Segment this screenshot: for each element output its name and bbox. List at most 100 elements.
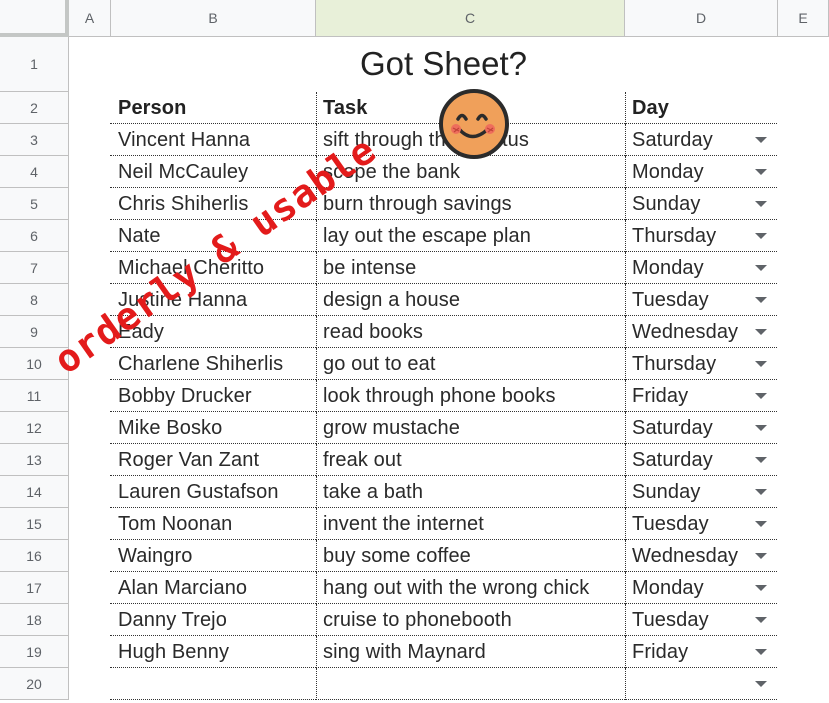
- task-cell[interactable]: grow mustache: [316, 412, 625, 444]
- dropdown-arrow-icon[interactable]: [755, 553, 767, 559]
- dropdown-arrow-icon[interactable]: [755, 329, 767, 335]
- dropdown-arrow-icon[interactable]: [755, 265, 767, 271]
- dropdown-arrow-icon[interactable]: [755, 585, 767, 591]
- person-cell[interactable]: Lauren Gustafson: [110, 476, 316, 508]
- person-cell[interactable]: Mike Bosko: [110, 412, 316, 444]
- dropdown-arrow-icon[interactable]: [755, 137, 767, 143]
- column-header-d[interactable]: D: [625, 0, 778, 37]
- task-cell[interactable]: lay out the escape plan: [316, 220, 625, 252]
- row-header-16[interactable]: 16: [0, 540, 69, 572]
- day-dropdown[interactable]: Friday: [625, 636, 777, 668]
- dropdown-arrow-icon[interactable]: [755, 201, 767, 207]
- person-cell[interactable]: Alan Marciano: [110, 572, 316, 604]
- task-cell[interactable]: go out to eat: [316, 348, 625, 380]
- dropdown-arrow-icon[interactable]: [755, 425, 767, 431]
- row-header-2[interactable]: 2: [0, 92, 69, 124]
- person-cell[interactable]: Michael Cheritto: [110, 252, 316, 284]
- dropdown-arrow-icon[interactable]: [755, 649, 767, 655]
- person-cell[interactable]: Hugh Benny: [110, 636, 316, 668]
- day-dropdown[interactable]: Wednesday: [625, 316, 777, 348]
- day-dropdown[interactable]: Saturday: [625, 124, 777, 156]
- task-cell[interactable]: design a house: [316, 284, 625, 316]
- dropdown-arrow-icon[interactable]: [755, 233, 767, 239]
- dropdown-arrow-icon[interactable]: [755, 617, 767, 623]
- column-header-b[interactable]: B: [111, 0, 316, 37]
- person-cell[interactable]: Justine Hanna: [110, 284, 316, 316]
- row-header-10[interactable]: 10: [0, 348, 69, 380]
- row-header-19[interactable]: 19: [0, 636, 69, 668]
- day-dropdown[interactable]: Tuesday: [625, 508, 777, 540]
- row-header-15[interactable]: 15: [0, 508, 69, 540]
- day-dropdown[interactable]: Monday: [625, 156, 777, 188]
- day-dropdown[interactable]: Wednesday: [625, 540, 777, 572]
- person-cell[interactable]: Bobby Drucker: [110, 380, 316, 412]
- day-dropdown[interactable]: Sunday: [625, 188, 777, 220]
- person-cell[interactable]: Vincent Hanna: [110, 124, 316, 156]
- day-dropdown[interactable]: Thursday: [625, 220, 777, 252]
- row-header-18[interactable]: 18: [0, 604, 69, 636]
- person-cell[interactable]: Chris Shiherlis: [110, 188, 316, 220]
- dropdown-arrow-icon[interactable]: [755, 681, 767, 687]
- row-header-13[interactable]: 13: [0, 444, 69, 476]
- row-header-6[interactable]: 6: [0, 220, 69, 252]
- day-dropdown[interactable]: Sunday: [625, 476, 777, 508]
- select-all-corner[interactable]: [0, 0, 69, 37]
- task-cell[interactable]: [316, 668, 625, 700]
- task-cell[interactable]: look through phone books: [316, 380, 625, 412]
- day-dropdown[interactable]: Saturday: [625, 444, 777, 476]
- row-header-17[interactable]: 17: [0, 572, 69, 604]
- task-cell[interactable]: freak out: [316, 444, 625, 476]
- row-header-5[interactable]: 5: [0, 188, 69, 220]
- day-dropdown[interactable]: [625, 668, 777, 700]
- day-dropdown[interactable]: Thursday: [625, 348, 777, 380]
- day-dropdown[interactable]: Monday: [625, 252, 777, 284]
- task-cell[interactable]: cruise to phonebooth: [316, 604, 625, 636]
- task-cell[interactable]: scope the bank: [316, 156, 625, 188]
- person-cell[interactable]: Danny Trejo: [110, 604, 316, 636]
- dropdown-arrow-icon[interactable]: [755, 361, 767, 367]
- row-header-9[interactable]: 9: [0, 316, 69, 348]
- day-dropdown[interactable]: Friday: [625, 380, 777, 412]
- dropdown-arrow-icon[interactable]: [755, 457, 767, 463]
- task-cell[interactable]: burn through savings: [316, 188, 625, 220]
- header-person[interactable]: Person: [110, 92, 316, 124]
- column-header-a[interactable]: A: [69, 0, 111, 37]
- task-cell[interactable]: buy some coffee: [316, 540, 625, 572]
- row-header-20[interactable]: 20: [0, 668, 69, 700]
- row-header-11[interactable]: 11: [0, 380, 69, 412]
- dropdown-arrow-icon[interactable]: [755, 521, 767, 527]
- person-cell[interactable]: Waingro: [110, 540, 316, 572]
- task-cell[interactable]: be intense: [316, 252, 625, 284]
- dropdown-arrow-icon[interactable]: [755, 393, 767, 399]
- person-cell[interactable]: Nate: [110, 220, 316, 252]
- day-dropdown[interactable]: Saturday: [625, 412, 777, 444]
- row-header-3[interactable]: 3: [0, 124, 69, 156]
- row-header-1[interactable]: 1: [0, 37, 69, 92]
- day-dropdown[interactable]: Monday: [625, 572, 777, 604]
- header-day[interactable]: Day: [625, 92, 777, 124]
- person-cell[interactable]: Eady: [110, 316, 316, 348]
- row-header-4[interactable]: 4: [0, 156, 69, 188]
- person-cell[interactable]: Tom Noonan: [110, 508, 316, 540]
- task-cell[interactable]: take a bath: [316, 476, 625, 508]
- dropdown-arrow-icon[interactable]: [755, 489, 767, 495]
- smiley-sticker: [439, 89, 509, 159]
- dropdown-arrow-icon[interactable]: [755, 169, 767, 175]
- task-cell[interactable]: hang out with the wrong chick: [316, 572, 625, 604]
- row-header-8[interactable]: 8: [0, 284, 69, 316]
- day-dropdown[interactable]: Tuesday: [625, 604, 777, 636]
- column-header-e[interactable]: E: [778, 0, 829, 37]
- task-cell[interactable]: sing with Maynard: [316, 636, 625, 668]
- person-cell[interactable]: Roger Van Zant: [110, 444, 316, 476]
- row-header-14[interactable]: 14: [0, 476, 69, 508]
- person-cell[interactable]: [110, 668, 316, 700]
- column-header-c[interactable]: C: [316, 0, 625, 37]
- task-cell[interactable]: read books: [316, 316, 625, 348]
- task-cell[interactable]: invent the internet: [316, 508, 625, 540]
- row-header-7[interactable]: 7: [0, 252, 69, 284]
- day-dropdown[interactable]: Tuesday: [625, 284, 777, 316]
- person-cell[interactable]: Charlene Shiherlis: [110, 348, 316, 380]
- row-header-12[interactable]: 12: [0, 412, 69, 444]
- dropdown-arrow-icon[interactable]: [755, 297, 767, 303]
- person-cell[interactable]: Neil McCauley: [110, 156, 316, 188]
